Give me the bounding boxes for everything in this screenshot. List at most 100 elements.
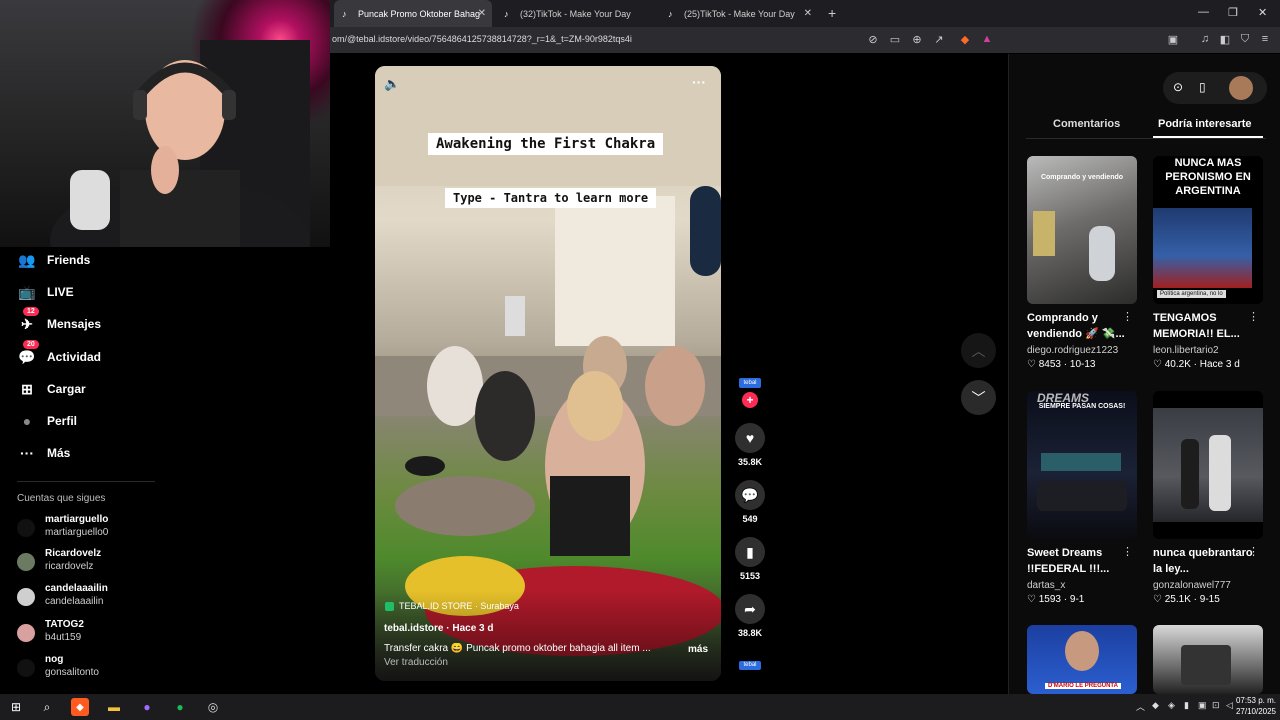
media-icon[interactable]: ♫	[1198, 33, 1212, 45]
sidebar-item-live[interactable]: 📺 LIVE	[17, 281, 74, 303]
panel-icon[interactable]: ◧	[1218, 33, 1232, 46]
video-thumbnail[interactable]: D'MARIO LE PREGUNTA	[1027, 625, 1137, 694]
tiktok-icon: ♪	[668, 8, 673, 19]
tab-title: (32)TikTok - Make Your Day	[520, 8, 631, 19]
windows-start-icon[interactable]: ⊞	[6, 698, 26, 716]
browser-tab[interactable]: ♪ (25)TikTok - Make Your Day ✕	[660, 0, 818, 27]
card-author: gonzalonawel777	[1153, 580, 1231, 591]
minimize-window-button[interactable]: —	[1198, 6, 1209, 18]
card-title: Comprando y vendiendo 🚀 💸...	[1027, 312, 1125, 340]
rewards-icon[interactable]: ▲	[980, 33, 994, 45]
video-card[interactable]: DREAMS SIEMPRE PASAN COSAS! ⋮ Sweet Drea…	[1027, 391, 1137, 605]
cast-icon[interactable]: ▭	[888, 33, 902, 46]
url-field[interactable]: om/@tebal.idstore/video/7564864125738814…	[332, 34, 632, 44]
obs-icon[interactable]: ◎	[203, 698, 223, 716]
activity-icon: 💬 20	[17, 339, 39, 366]
zoom-icon[interactable]: ⊕	[910, 33, 924, 46]
video-thumbnail[interactable]: Comprando y vendiendo	[1027, 156, 1137, 304]
browser-tab-active[interactable]: ♪ Puncak Promo Oktober Bahag ✕	[334, 0, 492, 27]
card-title: TENGAMOS MEMORIA!! EL...	[1153, 312, 1240, 340]
microphone-icon[interactable]: ▮	[1184, 700, 1189, 711]
translate-link[interactable]: Ver traducción	[384, 657, 448, 668]
sidebar-item-messages[interactable]: ✈ 12 Mensajes	[17, 306, 101, 335]
menu-icon[interactable]: ≡	[1258, 33, 1272, 45]
account-handle: b4ut159	[45, 632, 82, 643]
sidebar-item-label: Más	[47, 446, 71, 460]
search-icon[interactable]: ⌕	[37, 698, 57, 716]
sidebar-item-upload[interactable]: ⊞ Cargar	[17, 378, 86, 400]
tab-title: (25)TikTok - Make Your Day	[684, 8, 795, 19]
tray-app-icon[interactable]: ▣	[1198, 700, 1207, 711]
app-icon[interactable]: ●	[137, 698, 157, 716]
bookmark-icon: ▮	[735, 537, 765, 567]
video-player[interactable]: Awakening the First Chakra Type - Tantra…	[375, 66, 721, 681]
file-explorer-icon[interactable]: ▬	[104, 698, 124, 716]
save-count: 5153	[739, 571, 761, 581]
translate-off-icon[interactable]: ⊘	[866, 33, 880, 46]
like-button[interactable]: ♥ 35.8K	[733, 423, 767, 467]
previous-video-button[interactable]: ︿	[961, 333, 996, 368]
video-thumbnail[interactable]	[1153, 625, 1263, 694]
sound-disc[interactable]: tebal	[739, 661, 761, 670]
share-button[interactable]: ➦ 38.8K	[733, 594, 767, 638]
video-options-icon[interactable]: ···	[692, 74, 706, 90]
avatar	[17, 659, 35, 677]
sidebar-item-label: LIVE	[47, 285, 74, 299]
follow-button[interactable]: +	[742, 392, 758, 408]
tray-overflow-icon[interactable]: ︿	[1136, 700, 1145, 713]
share-icon[interactable]: ↗	[932, 33, 946, 46]
sidebar-item-profile[interactable]: ● Perfil	[17, 410, 77, 432]
car-shape	[1037, 481, 1127, 511]
clock-time[interactable]: 07:53 p. m.	[1232, 696, 1276, 705]
card-options-icon[interactable]: ⋮	[1122, 545, 1133, 558]
clock-date[interactable]: 27/10/2025	[1232, 707, 1276, 716]
compass-icon[interactable]: ⊙	[1173, 80, 1183, 94]
brave-shield-icon[interactable]: ◆	[958, 33, 972, 46]
comment-button[interactable]: 💬 549	[733, 480, 767, 524]
streamer-figure	[50, 40, 310, 247]
close-tab-icon[interactable]: ✕	[478, 8, 486, 19]
browser-tab[interactable]: ♪ (32)TikTok - Make Your Day	[496, 0, 654, 27]
video-card[interactable]: ⋮ nunca quebrantaro la ley... gonzalonaw…	[1153, 391, 1263, 605]
video-thumbnail[interactable]	[1153, 391, 1263, 539]
save-button[interactable]: ▮ 5153	[733, 537, 767, 581]
tray-app-icon[interactable]: ◆	[1152, 700, 1159, 711]
restore-window-button[interactable]: ❐	[1228, 6, 1238, 19]
location-tag[interactable]: TEBAL.ID STORE · Surabaya	[385, 601, 519, 611]
tab-title: Puncak Promo Oktober Bahag	[358, 8, 481, 19]
location-text: TEBAL.ID STORE · Surabaya	[399, 601, 519, 611]
spotify-icon[interactable]: ●	[170, 698, 190, 716]
video-thumbnail[interactable]: DREAMS SIEMPRE PASAN COSAS!	[1027, 391, 1137, 539]
video-card[interactable]: NUNCA MAS PERONISMO EN ARGENTINA Polític…	[1153, 156, 1263, 370]
close-tab-icon[interactable]: ✕	[804, 8, 812, 19]
video-card[interactable]: D'MARIO LE PREGUNTA	[1027, 625, 1137, 694]
video-card[interactable]	[1153, 625, 1263, 694]
creator-avatar[interactable]: tebal	[739, 378, 761, 388]
sidebar-item-activity[interactable]: 💬 20 Actividad	[17, 339, 101, 368]
caption-more-link[interactable]: más	[688, 644, 708, 655]
user-avatar[interactable]	[1229, 76, 1253, 100]
card-options-icon[interactable]: ⋮	[1248, 310, 1259, 323]
sidebar-toggle-icon[interactable]: ▣	[1166, 33, 1180, 46]
video-card[interactable]: Comprando y vendiendo ⋮ Comprando y vend…	[1027, 156, 1137, 370]
vpn-icon[interactable]: ⛉	[1238, 33, 1252, 46]
sidebar-item-more[interactable]: ··· Más	[17, 442, 70, 464]
tray-app-icon[interactable]: ◈	[1168, 700, 1175, 711]
video-thumbnail[interactable]: NUNCA MAS PERONISMO EN ARGENTINA Polític…	[1153, 156, 1263, 304]
new-tab-button[interactable]: +	[828, 5, 836, 21]
tab-recommended[interactable]: Podría interesarte	[1158, 118, 1252, 130]
thumbnail-text: SIEMPRE PASAN COSAS!	[1038, 403, 1126, 410]
video-author[interactable]: tebal.idstore · Hace 3 d	[384, 623, 493, 634]
card-options-icon[interactable]: ⋮	[1248, 545, 1259, 558]
thumbnail-scene	[1153, 208, 1252, 288]
brave-icon[interactable]: ◆	[71, 698, 89, 716]
sidebar-item-friends[interactable]: 👥 Friends	[17, 249, 90, 271]
card-options-icon[interactable]: ⋮	[1122, 310, 1133, 323]
thumbnail-caption: Política argentina, no lo	[1157, 290, 1226, 298]
close-window-button[interactable]: ✕	[1258, 6, 1267, 19]
device-icon[interactable]: ▯	[1199, 80, 1206, 94]
next-video-button[interactable]: ﹀	[961, 380, 996, 415]
volume-icon[interactable]: 🔈	[384, 76, 400, 92]
network-icon[interactable]: ⊡	[1212, 700, 1220, 711]
tab-comments[interactable]: Comentarios	[1053, 118, 1120, 130]
